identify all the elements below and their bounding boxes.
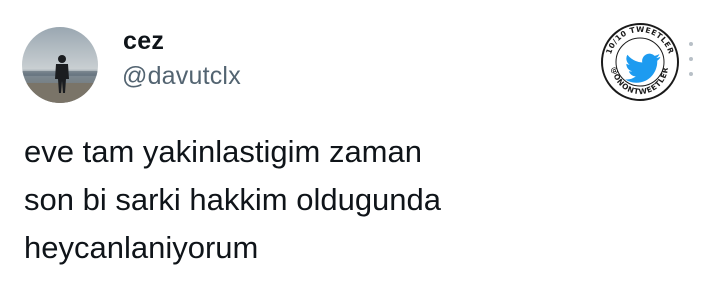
tweet-text: eve tam yakinlastigim zaman son bi sarki… [24,128,624,272]
dot [689,42,693,46]
display-name[interactable]: cez [123,27,164,56]
avatar[interactable] [22,27,98,103]
tweet-line: son bi sarki hakkim oldugunda [24,182,442,217]
watermark-badge: 10/10 TWEETLER @ONONTWEETLER [600,22,680,102]
dot [689,72,693,76]
dot [689,57,693,61]
tweet-line: heycanlaniyorum [24,230,259,265]
handle[interactable]: @davutclx [122,62,241,91]
tweet-card: cez @davutclx eve tam yakinlastigim zama… [0,0,727,300]
more-vertical-icon[interactable] [684,42,698,76]
person-on-beach-avatar-icon [22,27,98,103]
tweet-line: eve tam yakinlastigim zaman [24,134,422,169]
